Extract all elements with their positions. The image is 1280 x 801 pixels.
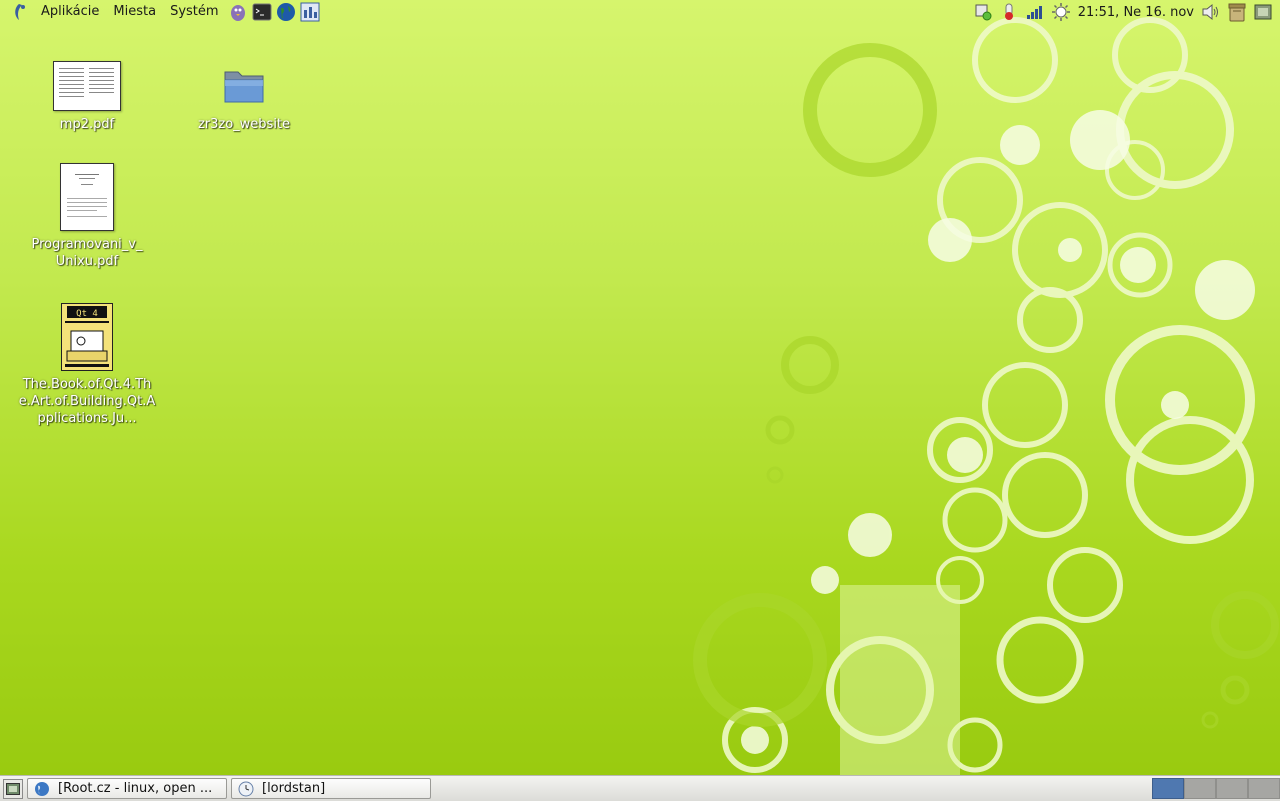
workspace-3[interactable] (1216, 778, 1248, 799)
bottom-panel: [Root.cz - linux, open ... [lordstan] (0, 775, 1280, 801)
taskbar-button-lordstan[interactable]: [lordstan] (231, 778, 431, 799)
desktop-icon-label: zr3zo_website (197, 117, 291, 132)
clock-icon (238, 781, 254, 796)
desktop-icon-label: Programovani_v_Unixu.pdf (31, 237, 143, 269)
book-cover-icon: Qt 4 (61, 303, 113, 371)
workspace-4[interactable] (1248, 778, 1280, 799)
menu-places[interactable]: Miesta (106, 0, 163, 24)
taskbar-button-label: [lordstan] (262, 781, 326, 796)
pdf-thumbnail-icon (60, 163, 114, 231)
terminal-icon[interactable] (251, 1, 273, 23)
pidgin-icon[interactable] (227, 1, 249, 23)
top-panel: Aplikácie Miesta Systém 21:51, Ne 16. no… (0, 0, 1280, 24)
system-tray: 21:51, Ne 16. nov (970, 0, 1280, 24)
weather-icon[interactable] (1051, 2, 1071, 22)
workspace-1[interactable] (1152, 778, 1184, 799)
taskbar-button-label: [Root.cz - linux, open ... (58, 781, 213, 796)
show-desktop-button[interactable] (3, 778, 23, 799)
desktop-icon-label: mp2.pdf (59, 117, 115, 132)
system-monitor-icon[interactable] (999, 2, 1019, 22)
desktop-file-programovani-pdf[interactable]: Programovani_v_Unixu.pdf (17, 162, 157, 270)
desktop-file-book-of-qt4[interactable]: Qt 4 The.Book.of.Qt.4.The.Art.of.Buildin… (17, 302, 157, 427)
menu-applications[interactable]: Aplikácie (34, 0, 106, 24)
workspace-switcher (1152, 778, 1280, 799)
workspace-2[interactable] (1184, 778, 1216, 799)
window-switch-icon[interactable] (1253, 2, 1273, 22)
folder-icon (224, 71, 264, 103)
volume-icon[interactable] (1201, 2, 1221, 22)
show-desktop-icon (6, 782, 20, 795)
menu-system[interactable]: Systém (163, 0, 225, 24)
web-browser-icon[interactable] (275, 1, 297, 23)
signal-strength-icon[interactable] (1025, 2, 1045, 22)
clock[interactable]: 21:51, Ne 16. nov (1074, 5, 1198, 20)
desktop-folder-zr3zo-website[interactable]: zr3zo_website (174, 60, 314, 133)
desktop-file-mp2-pdf[interactable]: mp2.pdf (17, 60, 157, 133)
desktop-icon-label: The.Book.of.Qt.4.The.Art.of.Building.Qt.… (18, 377, 156, 426)
web-browser-icon (35, 781, 49, 796)
network-manager-icon[interactable] (973, 2, 993, 22)
network-monitor-icon[interactable] (299, 1, 321, 23)
menu-bar: Aplikácie Miesta Systém (0, 0, 322, 24)
taskbar-button-root-cz[interactable]: [Root.cz - linux, open ... (27, 778, 227, 799)
svg-text:Qt 4: Qt 4 (76, 309, 98, 319)
trash-icon[interactable] (1227, 2, 1247, 22)
foot-logo-icon[interactable] (8, 1, 30, 23)
pdf-thumbnail-icon (53, 61, 121, 111)
